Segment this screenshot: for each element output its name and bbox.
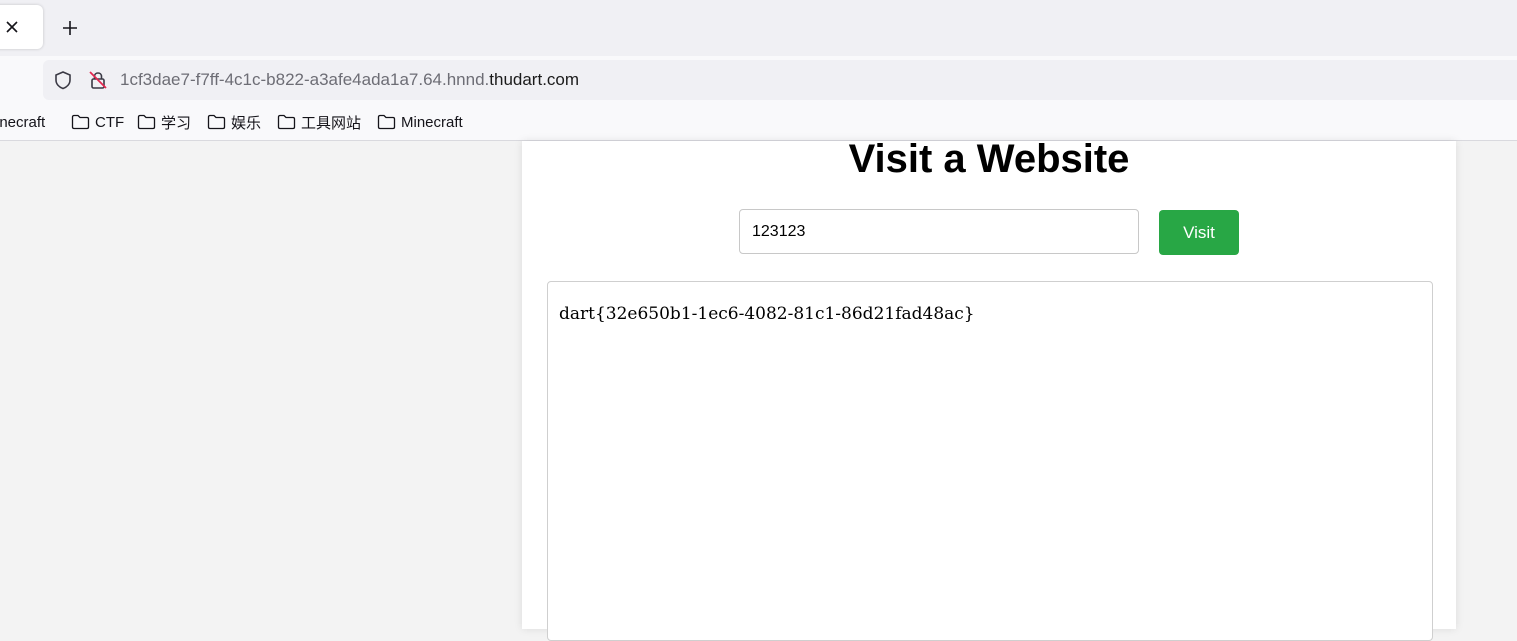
bookmark-folder-entertainment[interactable]: 娱乐 bbox=[207, 112, 261, 132]
bookmarks-toolbar: inecraft CTF 学习 娱乐 工具网站 Minecraft bbox=[0, 104, 1517, 141]
bookmark-label: 娱乐 bbox=[231, 114, 262, 132]
browser-tab[interactable] bbox=[0, 5, 43, 49]
folder-icon bbox=[71, 114, 90, 130]
bookmark-folder-minecraft[interactable]: Minecraft bbox=[377, 112, 463, 132]
website-url-input[interactable] bbox=[739, 209, 1139, 254]
bookmark-label: Minecraft bbox=[401, 113, 463, 131]
folder-icon bbox=[137, 114, 156, 130]
navigation-bar: 1cf3dae7-f7ff-4c1c-b822-a3afe4ada1a7.64.… bbox=[0, 56, 1517, 104]
folder-icon bbox=[377, 114, 396, 130]
url-text[interactable]: 1cf3dae7-f7ff-4c1c-b822-a3afe4ada1a7.64.… bbox=[120, 70, 579, 90]
bookmark-label: 工具网站 bbox=[301, 114, 362, 132]
folder-icon bbox=[207, 114, 226, 130]
bookmark-folder-ctf[interactable]: CTF bbox=[71, 112, 124, 132]
url-domain: thudart.com bbox=[489, 70, 580, 89]
result-text: dart{32e650b1-1ec6-4082-81c1-86d21fad48a… bbox=[559, 304, 975, 324]
url-subdomain: 1cf3dae7-f7ff-4c1c-b822-a3afe4ada1a7.64.… bbox=[120, 70, 490, 89]
main-card: Visit a Website Visit dart{32e650b1-1ec6… bbox=[522, 137, 1456, 641]
bookmark-label: CTF bbox=[95, 113, 125, 131]
bookmark-label: 学习 bbox=[161, 114, 192, 132]
close-icon[interactable] bbox=[1, 16, 23, 38]
bookmark-item[interactable]: inecraft bbox=[0, 112, 45, 132]
address-bar[interactable]: 1cf3dae7-f7ff-4c1c-b822-a3afe4ada1a7.64.… bbox=[43, 60, 1517, 100]
folder-icon bbox=[277, 114, 296, 130]
tab-strip bbox=[0, 0, 1517, 56]
insecure-lock-icon[interactable] bbox=[88, 70, 108, 90]
bookmark-folder-study[interactable]: 学习 bbox=[137, 112, 191, 132]
visit-button[interactable]: Visit bbox=[1159, 210, 1239, 255]
shield-icon[interactable] bbox=[53, 70, 73, 90]
plus-icon[interactable] bbox=[58, 16, 82, 40]
bookmark-folder-tools[interactable]: 工具网站 bbox=[277, 112, 361, 132]
bookmark-label: inecraft bbox=[0, 113, 46, 131]
page-title: Visit a Website bbox=[848, 137, 1130, 181]
result-frame: dart{32e650b1-1ec6-4082-81c1-86d21fad48a… bbox=[547, 281, 1433, 641]
